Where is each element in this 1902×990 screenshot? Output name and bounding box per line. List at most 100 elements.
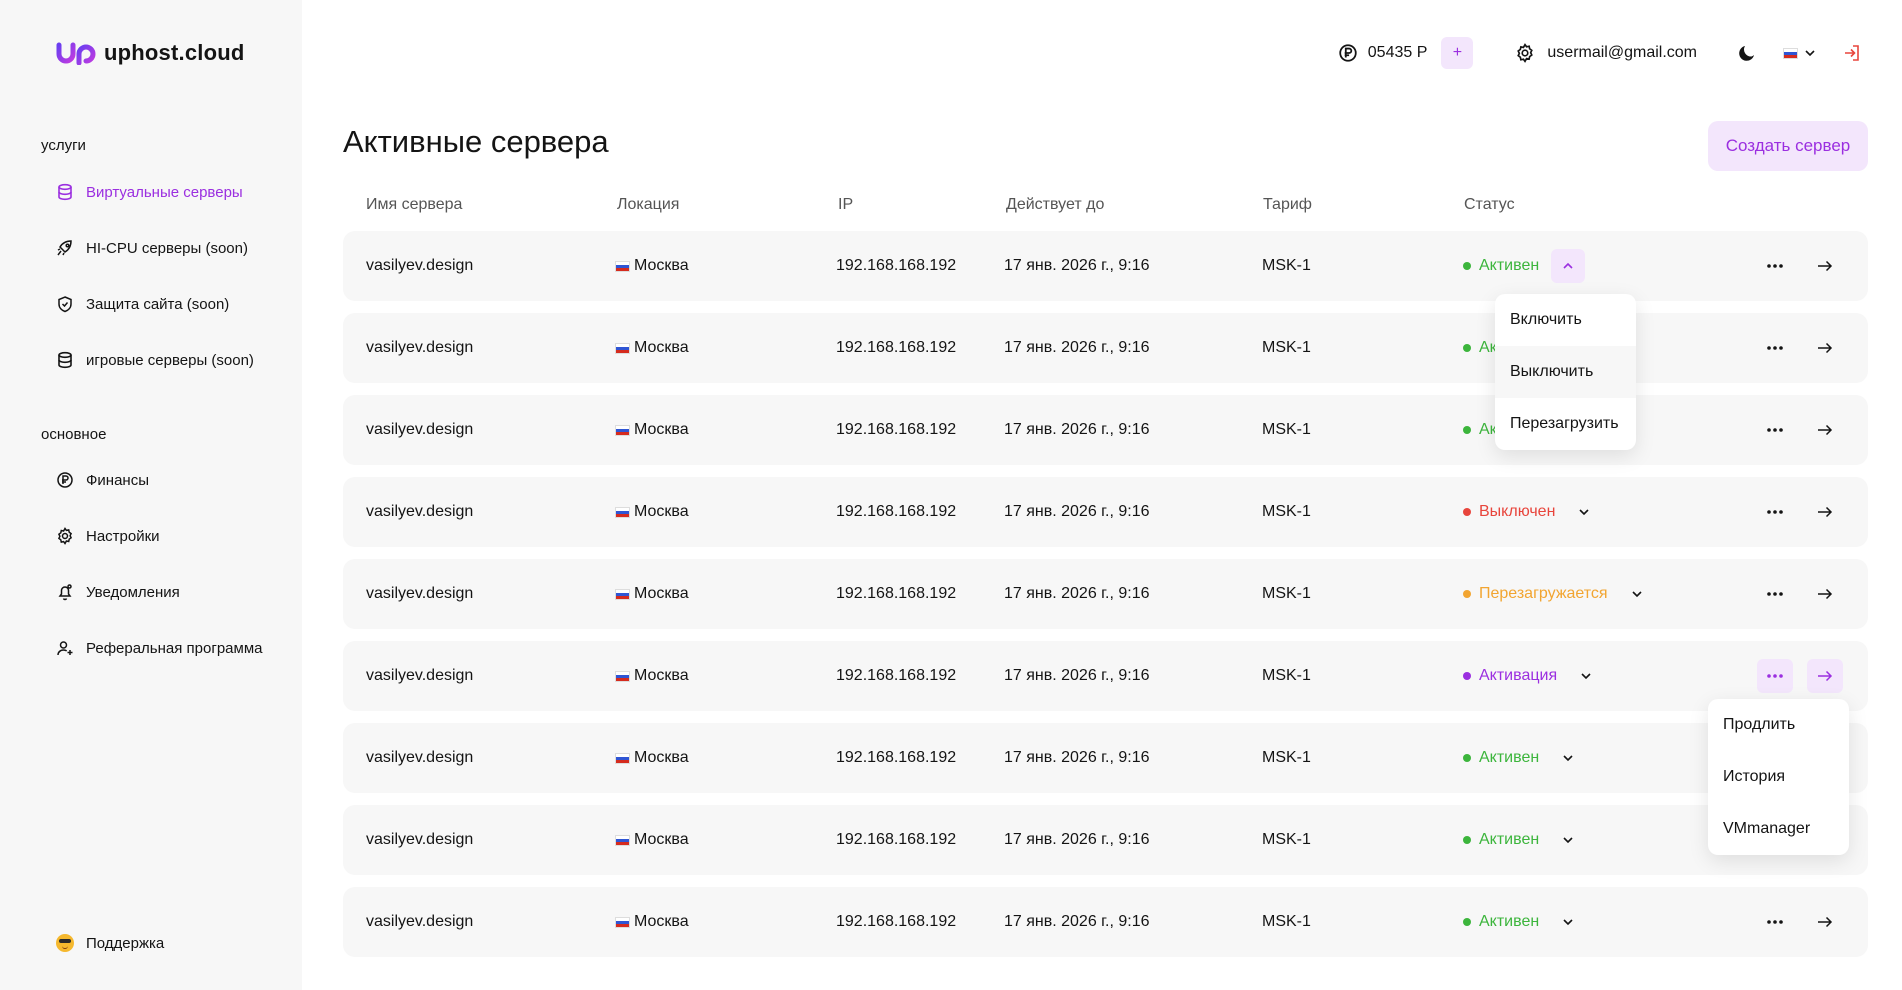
open-server-arrow-icon[interactable] [1807, 577, 1843, 611]
more-actions-icon[interactable] [1757, 249, 1793, 283]
status-label: Активен [1479, 749, 1540, 766]
chevron-down-icon[interactable] [1567, 495, 1601, 529]
server-ip: 192.168.168.192 [836, 831, 957, 848]
server-valid-until: 17 янв. 2026 г., 9:16 [1004, 257, 1150, 274]
logo[interactable]: uphost.cloud [56, 40, 245, 66]
open-server-arrow-icon[interactable] [1807, 331, 1843, 365]
sidebar-item-referral[interactable]: Реферальная программа [56, 636, 262, 660]
table-row[interactable]: vasilyev.design Москва 192.168.168.192 17 я… [343, 477, 1868, 547]
sidebar-item-hi-cpu[interactable]: HI-CPU серверы (soon) [56, 236, 248, 260]
logout-icon[interactable] [1842, 43, 1862, 63]
more-actions-icon[interactable] [1757, 905, 1793, 939]
russia-flag-icon [615, 916, 630, 928]
status-dot [1463, 590, 1471, 598]
section-title-main: основное [41, 426, 107, 443]
sidebar-item-game-servers[interactable]: игровые серверы (soon) [56, 348, 254, 372]
menu-item-turn-on[interactable]: Включить [1495, 294, 1636, 346]
server-tariff: MSK-1 [1262, 749, 1311, 766]
server-tariff: MSK-1 [1262, 257, 1311, 274]
russia-flag-icon [615, 424, 630, 436]
server-name: vasilyev.design [366, 503, 474, 520]
server-name: vasilyev.design [366, 257, 474, 274]
server-ip: 192.168.168.192 [836, 913, 957, 930]
open-server-arrow-icon[interactable] [1807, 413, 1843, 447]
sidebar-item-label: игровые серверы (soon) [86, 351, 254, 369]
status-label: Активация [1479, 667, 1558, 684]
sidebar-item-settings[interactable]: Настройки [56, 524, 160, 548]
chevron-down-icon [1804, 47, 1816, 59]
russia-flag-icon [615, 506, 630, 518]
chevron-down-icon[interactable] [1551, 905, 1585, 939]
support-link[interactable]: Поддержка [56, 934, 164, 952]
status-dot [1463, 344, 1471, 352]
chevron-down-icon[interactable] [1620, 577, 1654, 611]
table-row[interactable]: vasilyev.design Москва 192.168.168.192 17 я… [343, 805, 1868, 875]
sidebar-item-site-protection[interactable]: Защита сайта (soon) [56, 292, 229, 316]
more-actions-icon[interactable] [1757, 659, 1793, 693]
server-status: Перезагружается [1463, 577, 1654, 611]
server-name: vasilyev.design [366, 749, 474, 766]
table-row[interactable]: vasilyev.design Москва 192.168.168.192 17 я… [343, 231, 1868, 301]
server-location: Москва [615, 501, 689, 523]
open-server-arrow-icon[interactable] [1807, 659, 1843, 693]
add-funds-button[interactable]: + [1441, 37, 1474, 69]
theme-toggle-moon-icon[interactable] [1737, 43, 1757, 63]
location-label: Москва [634, 503, 689, 520]
create-server-button[interactable]: Создать сервер [1708, 121, 1868, 171]
chevron-down-icon[interactable] [1551, 823, 1585, 857]
user-plus-icon [56, 639, 74, 657]
sidebar-item-virtual-servers[interactable]: Виртуальные серверы [56, 180, 243, 204]
server-name: vasilyev.design [366, 831, 474, 848]
top-bar: 05435 Р + usermail@gmail.com [1338, 36, 1862, 70]
server-valid-until: 17 янв. 2026 г., 9:16 [1004, 667, 1150, 684]
user-menu[interactable]: usermail@gmail.com [1515, 43, 1697, 63]
open-server-arrow-icon[interactable] [1807, 249, 1843, 283]
location-label: Москва [634, 339, 689, 356]
table-row[interactable]: vasilyev.design Москва 192.168.168.192 17 я… [343, 559, 1868, 629]
server-valid-until: 17 янв. 2026 г., 9:16 [1004, 585, 1150, 602]
chevron-down-icon[interactable] [1551, 741, 1585, 775]
menu-item-turn-off[interactable]: Выключить [1495, 346, 1636, 398]
server-location: Москва [615, 665, 689, 687]
location-label: Москва [634, 749, 689, 766]
sidebar-item-finance[interactable]: Финансы [56, 468, 149, 492]
ruble-icon [56, 471, 74, 489]
more-actions-icon[interactable] [1757, 331, 1793, 365]
status-label: Активен [1479, 831, 1540, 848]
server-valid-until: 17 янв. 2026 г., 9:16 [1004, 503, 1150, 520]
location-label: Москва [634, 421, 689, 438]
server-name: vasilyev.design [366, 667, 474, 684]
sidebar-item-notifications[interactable]: Уведомления [56, 580, 180, 604]
more-actions-icon[interactable] [1757, 577, 1793, 611]
logo-text: uphost.cloud [104, 40, 245, 65]
status-label: Перезагружается [1479, 585, 1608, 602]
open-server-arrow-icon[interactable] [1807, 905, 1843, 939]
server-location: Москва [615, 255, 689, 277]
server-ip: 192.168.168.192 [836, 503, 957, 520]
menu-item-extend[interactable]: Продлить [1708, 699, 1849, 751]
language-selector[interactable] [1783, 47, 1816, 59]
open-server-arrow-icon[interactable] [1807, 495, 1843, 529]
table-row[interactable]: vasilyev.design Москва 192.168.168.192 17 я… [343, 887, 1868, 957]
chevron-up-icon[interactable] [1551, 249, 1586, 283]
more-actions-icon[interactable] [1757, 413, 1793, 447]
chevron-down-icon[interactable] [1569, 659, 1603, 693]
menu-item-vmmanager[interactable]: VMmanager [1708, 803, 1849, 855]
table-row[interactable]: vasilyev.design Москва 192.168.168.192 17 я… [343, 723, 1868, 793]
table-row[interactable]: vasilyev.design Москва 192.168.168.192 17 я… [343, 641, 1868, 711]
menu-item-history[interactable]: История [1708, 751, 1849, 803]
menu-item-reboot[interactable]: Перезагрузить [1495, 398, 1636, 450]
status-label: Активен [1479, 257, 1540, 274]
table-row[interactable]: vasilyev.design Москва 192.168.168.192 17 я… [343, 395, 1868, 465]
server-location: Москва [615, 419, 689, 441]
russia-flag-icon [615, 752, 630, 764]
server-ip: 192.168.168.192 [836, 339, 957, 356]
server-location: Москва [615, 337, 689, 359]
table-row[interactable]: vasilyev.design Москва 192.168.168.192 17 я… [343, 313, 1868, 383]
gear-icon [56, 527, 74, 545]
more-actions-icon[interactable] [1757, 495, 1793, 529]
status-label: Активен [1479, 913, 1540, 930]
server-status: Активен [1463, 905, 1585, 939]
balance-value: 05435 Р [1367, 44, 1428, 61]
server-name: vasilyev.design [366, 913, 474, 930]
